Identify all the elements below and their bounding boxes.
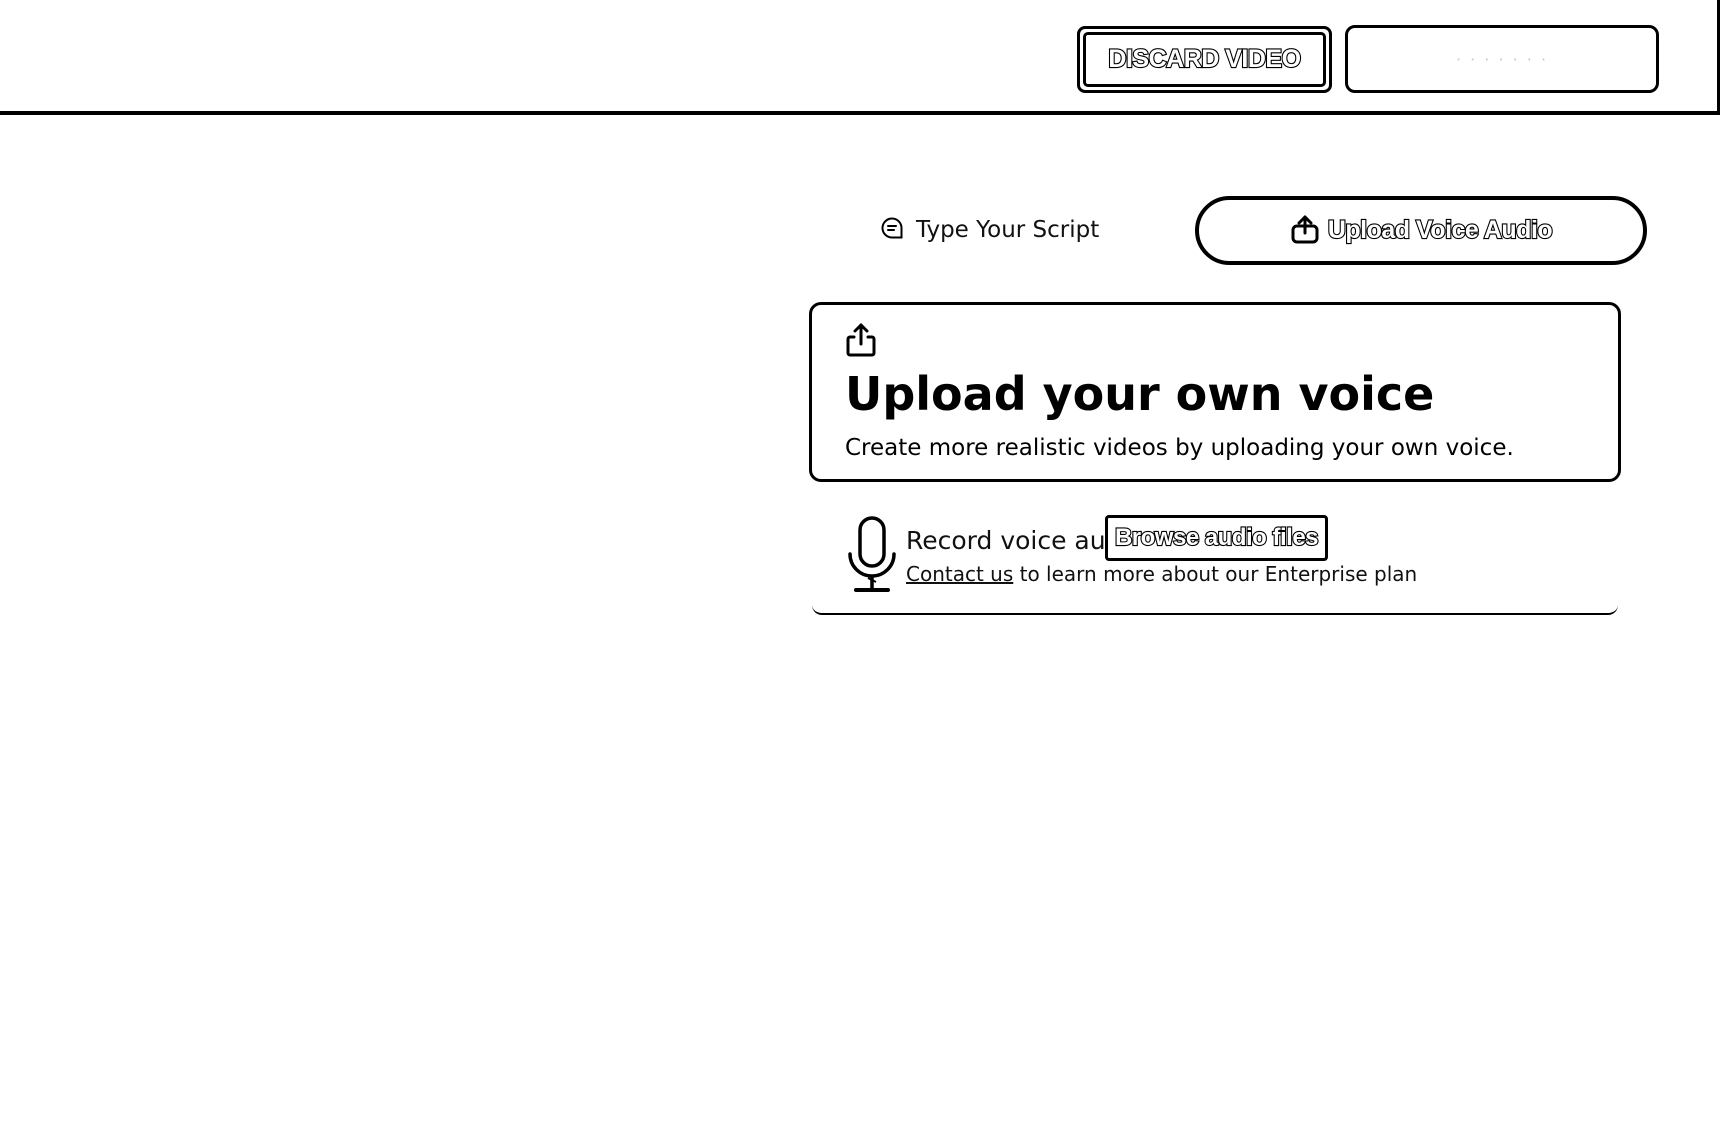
page: DISCARD VIDEO · · · · · · · Type Your Sc… xyxy=(0,0,1724,1131)
tab-type-your-script[interactable]: Type Your Script xyxy=(880,210,1099,250)
browse-audio-files-label: Browse audio files xyxy=(1114,523,1320,552)
continue-button[interactable]: · · · · · · · xyxy=(1345,25,1659,93)
upload-card-description: Create more realistic videos by uploadin… xyxy=(845,435,1514,461)
browse-audio-files-button[interactable]: Browse audio files xyxy=(1105,515,1328,561)
tab-type-your-script-label: Type Your Script xyxy=(916,217,1100,243)
top-bar: DISCARD VIDEO · · · · · · · xyxy=(0,0,1720,115)
discard-video-label: DISCARD VIDEO xyxy=(1107,44,1302,74)
upload-icon xyxy=(1290,214,1320,248)
discard-video-button-inner: DISCARD VIDEO xyxy=(1083,32,1326,87)
upload-icon xyxy=(843,322,879,362)
record-voice-section: Record voice aud Browse audio files Cont… xyxy=(812,512,1618,615)
chat-icon xyxy=(880,216,904,244)
continue-button-label: · · · · · · · xyxy=(1455,49,1549,69)
tab-upload-voice-audio[interactable]: Upload Voice Audio xyxy=(1195,196,1647,265)
record-voice-text: Record voice aud xyxy=(906,526,1122,555)
upload-card-title: Upload your own voice xyxy=(845,367,1435,421)
contact-us-link[interactable]: Contact us xyxy=(906,562,1013,586)
tab-upload-voice-audio-label: Upload Voice Audio xyxy=(1327,215,1554,245)
upload-voice-card: Upload your own voice Create more realis… xyxy=(809,302,1621,482)
contact-line-rest: to learn more about our Enterprise plan xyxy=(1013,562,1418,586)
microphone-icon[interactable] xyxy=(846,516,898,600)
discard-video-button[interactable]: DISCARD VIDEO xyxy=(1077,26,1332,93)
enterprise-contact-line: Contact us to learn more about our Enter… xyxy=(906,562,1417,586)
